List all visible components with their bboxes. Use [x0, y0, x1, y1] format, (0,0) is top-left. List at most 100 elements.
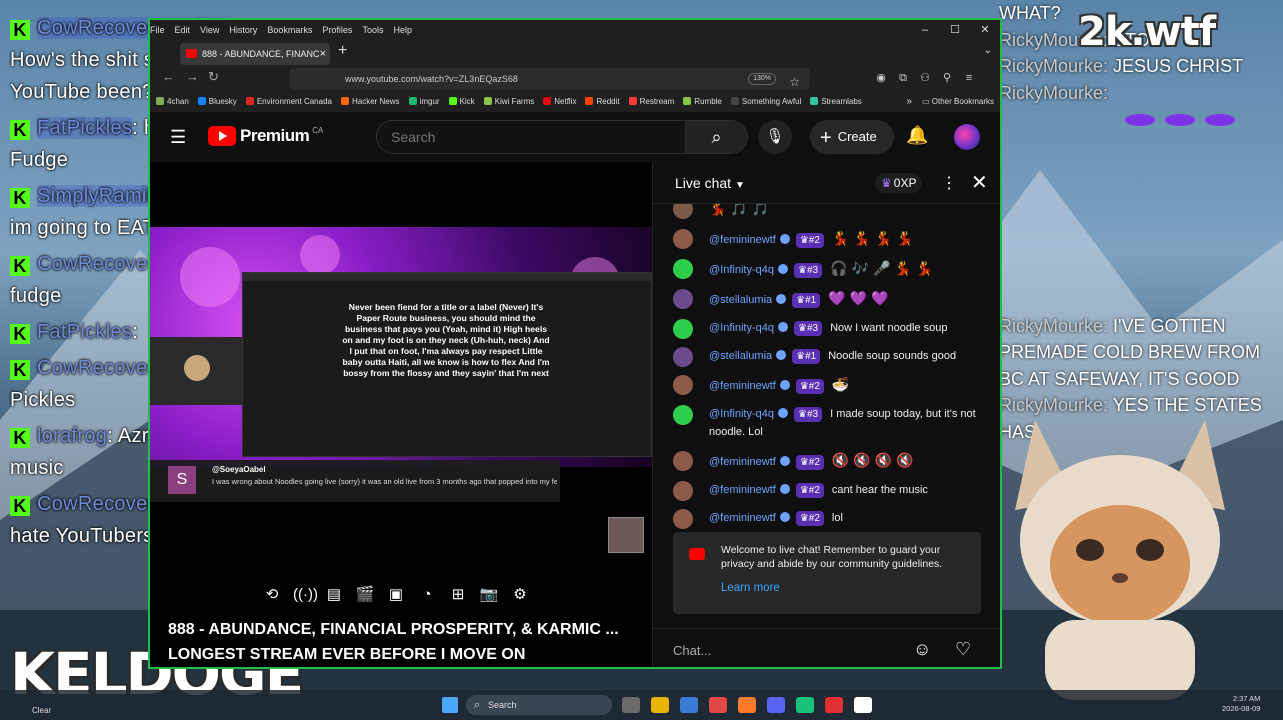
bookmark-item[interactable]: Rumble: [683, 92, 722, 112]
chat-avatar[interactable]: [673, 451, 693, 471]
taskbar-app-icon[interactable]: [825, 697, 843, 713]
back-icon[interactable]: ←: [162, 69, 175, 84]
chat-avatar[interactable]: [673, 289, 693, 309]
bookmark-item[interactable]: Environment Canada: [245, 92, 332, 112]
new-tab-button[interactable]: +: [338, 42, 347, 60]
tab-youtube[interactable]: 888 - ABUNDANCE, FINANC ×: [180, 43, 330, 65]
chat-message[interactable]: @femininewtf ♛#2 💃💃💃💃: [653, 224, 1000, 254]
menu-profiles[interactable]: Profiles: [322, 25, 352, 35]
extension-icon[interactable]: ◉: [874, 71, 888, 85]
chat-message[interactable]: @femininewtf ♛#2 lol: [653, 504, 1000, 532]
bookmark-item[interactable]: Netflix: [543, 92, 576, 112]
bookmarks-overflow-icon[interactable]: »: [906, 92, 912, 112]
close-icon[interactable]: ✕: [971, 170, 988, 195]
bookmark-item[interactable]: Kick: [448, 92, 475, 112]
tab-close-icon[interactable]: ×: [320, 43, 326, 65]
other-bookmarks-folder[interactable]: ▭ Other Bookmarks: [922, 92, 994, 112]
settings-gear-icon[interactable]: ⚙: [510, 585, 530, 605]
bookmark-item[interactable]: Kiwi Farms: [483, 92, 534, 112]
chat-avatar[interactable]: [673, 509, 693, 529]
chat-avatar[interactable]: [673, 259, 693, 279]
captions-icon[interactable]: ▤: [324, 585, 344, 605]
create-button[interactable]: + Create: [810, 120, 894, 154]
zoom-indicator[interactable]: 130%: [748, 73, 776, 85]
chat-message[interactable]: 💃🎵🎵: [653, 204, 1000, 224]
user-avatar[interactable]: [954, 124, 980, 150]
miniplayer-icon[interactable]: ▣: [386, 585, 406, 605]
heart-icon[interactable]: ♡: [955, 639, 971, 660]
taskbar-search[interactable]: Search: [466, 695, 612, 715]
tab-list-chevron-icon[interactable]: ⌄: [984, 45, 992, 56]
bookmark-item[interactable]: Reddit: [585, 92, 620, 112]
chat-avatar[interactable]: [673, 229, 693, 249]
video-player[interactable]: Never been fiend for a title or a label …: [150, 162, 652, 667]
chat-message[interactable]: @femininewtf ♛#2 🍜: [653, 370, 1000, 400]
taskbar-app-icon[interactable]: [622, 697, 640, 713]
chat-username[interactable]: @femininewtf: [709, 456, 776, 468]
microphone-icon[interactable]: 🎙: [758, 120, 792, 154]
bookmark-item[interactable]: Something Awful: [730, 92, 801, 112]
loop-icon[interactable]: ⟲: [262, 585, 282, 605]
menu-icon[interactable]: ≡: [962, 71, 976, 85]
live-chat-mode-dropdown[interactable]: Live chat ▼: [675, 175, 745, 191]
chat-avatar[interactable]: [673, 481, 693, 501]
bookmark-item[interactable]: 4chan: [156, 92, 189, 112]
chat-message[interactable]: @stellalumia ♛#1 💜💜💜: [653, 284, 1000, 314]
taskbar-app-icon[interactable]: [680, 697, 698, 713]
chat-message[interactable]: @Infinity-q4q ♛#3 Now I want noodle soup: [653, 314, 1000, 342]
taskbar-app-icon[interactable]: [854, 697, 872, 713]
taskbar-app-icon[interactable]: [796, 697, 814, 713]
close-window-button[interactable]: ✕: [970, 20, 1000, 40]
taskbar-app-icon[interactable]: [709, 697, 727, 713]
forward-icon[interactable]: →: [186, 69, 199, 84]
audio-icon[interactable]: ((·)): [293, 585, 318, 605]
menu-tools[interactable]: Tools: [362, 25, 383, 35]
taskbar-app-icon[interactable]: [651, 697, 669, 713]
taskbar-app-icon[interactable]: [767, 697, 785, 713]
bookmark-star-icon[interactable]: ☆: [789, 71, 800, 93]
menu-help[interactable]: Help: [393, 25, 412, 35]
search-icon[interactable]: ⌕: [685, 121, 747, 153]
speed-icon[interactable]: ◔: [417, 585, 437, 605]
chat-message[interactable]: @Infinity-q4q ♛#3 🎧🎶🎤💃💃: [653, 254, 1000, 284]
taskbar-app-icon[interactable]: [738, 697, 756, 713]
more-options-icon[interactable]: ⋮: [941, 173, 957, 193]
menu-view[interactable]: View: [200, 25, 219, 35]
screenshot-icon[interactable]: 📷: [479, 585, 499, 605]
chat-username[interactable]: @stellalumia: [709, 350, 772, 362]
menu-bookmarks[interactable]: Bookmarks: [267, 25, 312, 35]
xp-badge[interactable]: ♛ 0XP: [875, 173, 923, 193]
bookmark-item[interactable]: Bluesky: [197, 92, 237, 112]
chat-message[interactable]: @stellalumia ♛#1 Noodle soup sounds good: [653, 342, 1000, 370]
chat-avatar[interactable]: [673, 204, 693, 219]
chat-username[interactable]: @femininewtf: [709, 380, 776, 392]
chat-username[interactable]: @Infinity-q4q: [709, 322, 774, 334]
emoji-icon[interactable]: ☺: [913, 639, 931, 660]
chat-username[interactable]: @femininewtf: [709, 484, 776, 496]
chat-username[interactable]: @femininewtf: [709, 234, 776, 246]
chat-message[interactable]: @femininewtf ♛#2 🔇🔇🔇🔇: [653, 446, 1000, 476]
extension-icon[interactable]: ⧉: [896, 71, 910, 85]
clock[interactable]: 2:37 AM 2026-08-09: [1222, 694, 1260, 714]
bookmark-item[interactable]: Hacker News: [340, 92, 400, 112]
chat-username[interactable]: @Infinity-q4q: [709, 408, 774, 420]
hamburger-menu-icon[interactable]: ☰: [170, 127, 186, 148]
chat-username[interactable]: @stellalumia: [709, 294, 772, 306]
menu-history[interactable]: History: [229, 25, 257, 35]
add-icon[interactable]: ⊞: [448, 585, 468, 605]
reload-icon[interactable]: ↻: [208, 69, 219, 85]
learn-more-link[interactable]: Learn more: [721, 582, 780, 594]
bookmark-item[interactable]: Streamlabs: [810, 92, 862, 112]
url-bar[interactable]: www.youtube.com/watch?v=ZL3nEQazS68 130%…: [290, 68, 810, 90]
chat-message[interactable]: @Infinity-q4q ♛#3 I made soup today, but i…: [653, 400, 1000, 446]
extension-icon[interactable]: ⚇: [918, 71, 932, 85]
start-icon[interactable]: [442, 697, 458, 713]
bookmark-item[interactable]: imgur: [408, 92, 440, 112]
chat-avatar[interactable]: [673, 347, 693, 367]
minimize-button[interactable]: –: [910, 20, 940, 40]
chat-message[interactable]: @femininewtf ♛#2 cant hear the music: [653, 476, 1000, 504]
menu-file[interactable]: File: [150, 25, 165, 35]
search-input[interactable]: [377, 121, 687, 153]
chat-input[interactable]: [673, 638, 903, 662]
chat-username[interactable]: @femininewtf: [709, 512, 776, 524]
